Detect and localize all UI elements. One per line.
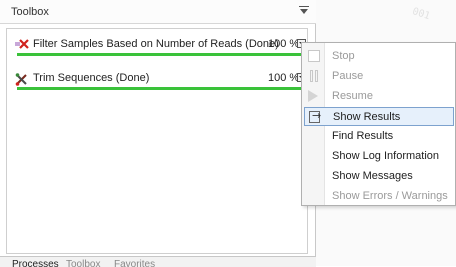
process-name: Filter Samples Based on Number of Reads … [33, 38, 279, 50]
toolbox-titlebar: Toolbox [0, 0, 316, 24]
menu-item-label: Stop [332, 50, 355, 62]
panel-menu-icon[interactable] [298, 5, 310, 17]
stop-icon [308, 50, 320, 62]
menu-item-label: Show Log Information [332, 150, 440, 162]
progress-fill [17, 87, 301, 90]
panel-tabs: Processes Toolbox Favorites [0, 256, 316, 267]
progress-bar [17, 53, 301, 56]
menu-item-label: Resume [332, 90, 373, 102]
progress-fill [17, 53, 301, 56]
filter-samples-icon [15, 38, 29, 50]
menu-item-pause[interactable]: Pause [304, 67, 454, 86]
menu-item-label: Find Results [332, 130, 394, 142]
menu-item-label: Pause [332, 70, 364, 82]
menu-item-show-log-information[interactable]: Show Log Information [304, 147, 454, 166]
process-percent: 100 % [268, 38, 300, 50]
process-list: Filter Samples Based on Number of Reads … [6, 28, 308, 254]
menu-item-stop[interactable]: Stop [304, 47, 454, 66]
toolbox-panel: Toolbox Filter Samples Based on Number o… [0, 0, 316, 267]
pause-icon [308, 70, 320, 82]
trim-sequences-icon [15, 72, 29, 86]
menu-item-show-results[interactable]: Show Results [304, 107, 454, 126]
process-row-filter-samples[interactable]: Filter Samples Based on Number of Reads … [15, 35, 311, 65]
menu-item-resume[interactable]: Resume [304, 87, 454, 106]
process-percent: 100 % [268, 72, 300, 84]
toolbox-title: Toolbox [11, 6, 49, 18]
menu-item-label: Show Messages [332, 170, 413, 182]
menu-item-label: Show Results [333, 111, 401, 123]
progress-bar [17, 87, 301, 90]
menu-item-find-results[interactable]: Find Results [304, 127, 454, 146]
menu-item-label: Show Errors / Warnings [332, 190, 448, 202]
process-name: Trim Sequences (Done) [33, 72, 150, 84]
menu-item-show-messages[interactable]: Show Messages [304, 167, 454, 186]
show-results-icon [309, 109, 321, 123]
resume-icon [308, 90, 318, 102]
process-row-trim-sequences[interactable]: Trim Sequences (Done) 100 % [15, 69, 311, 99]
menu-item-show-errors-warnings[interactable]: Show Errors / Warnings [304, 187, 454, 206]
process-context-menu: Stop Pause Resume Show Results Find Resu… [301, 42, 456, 206]
